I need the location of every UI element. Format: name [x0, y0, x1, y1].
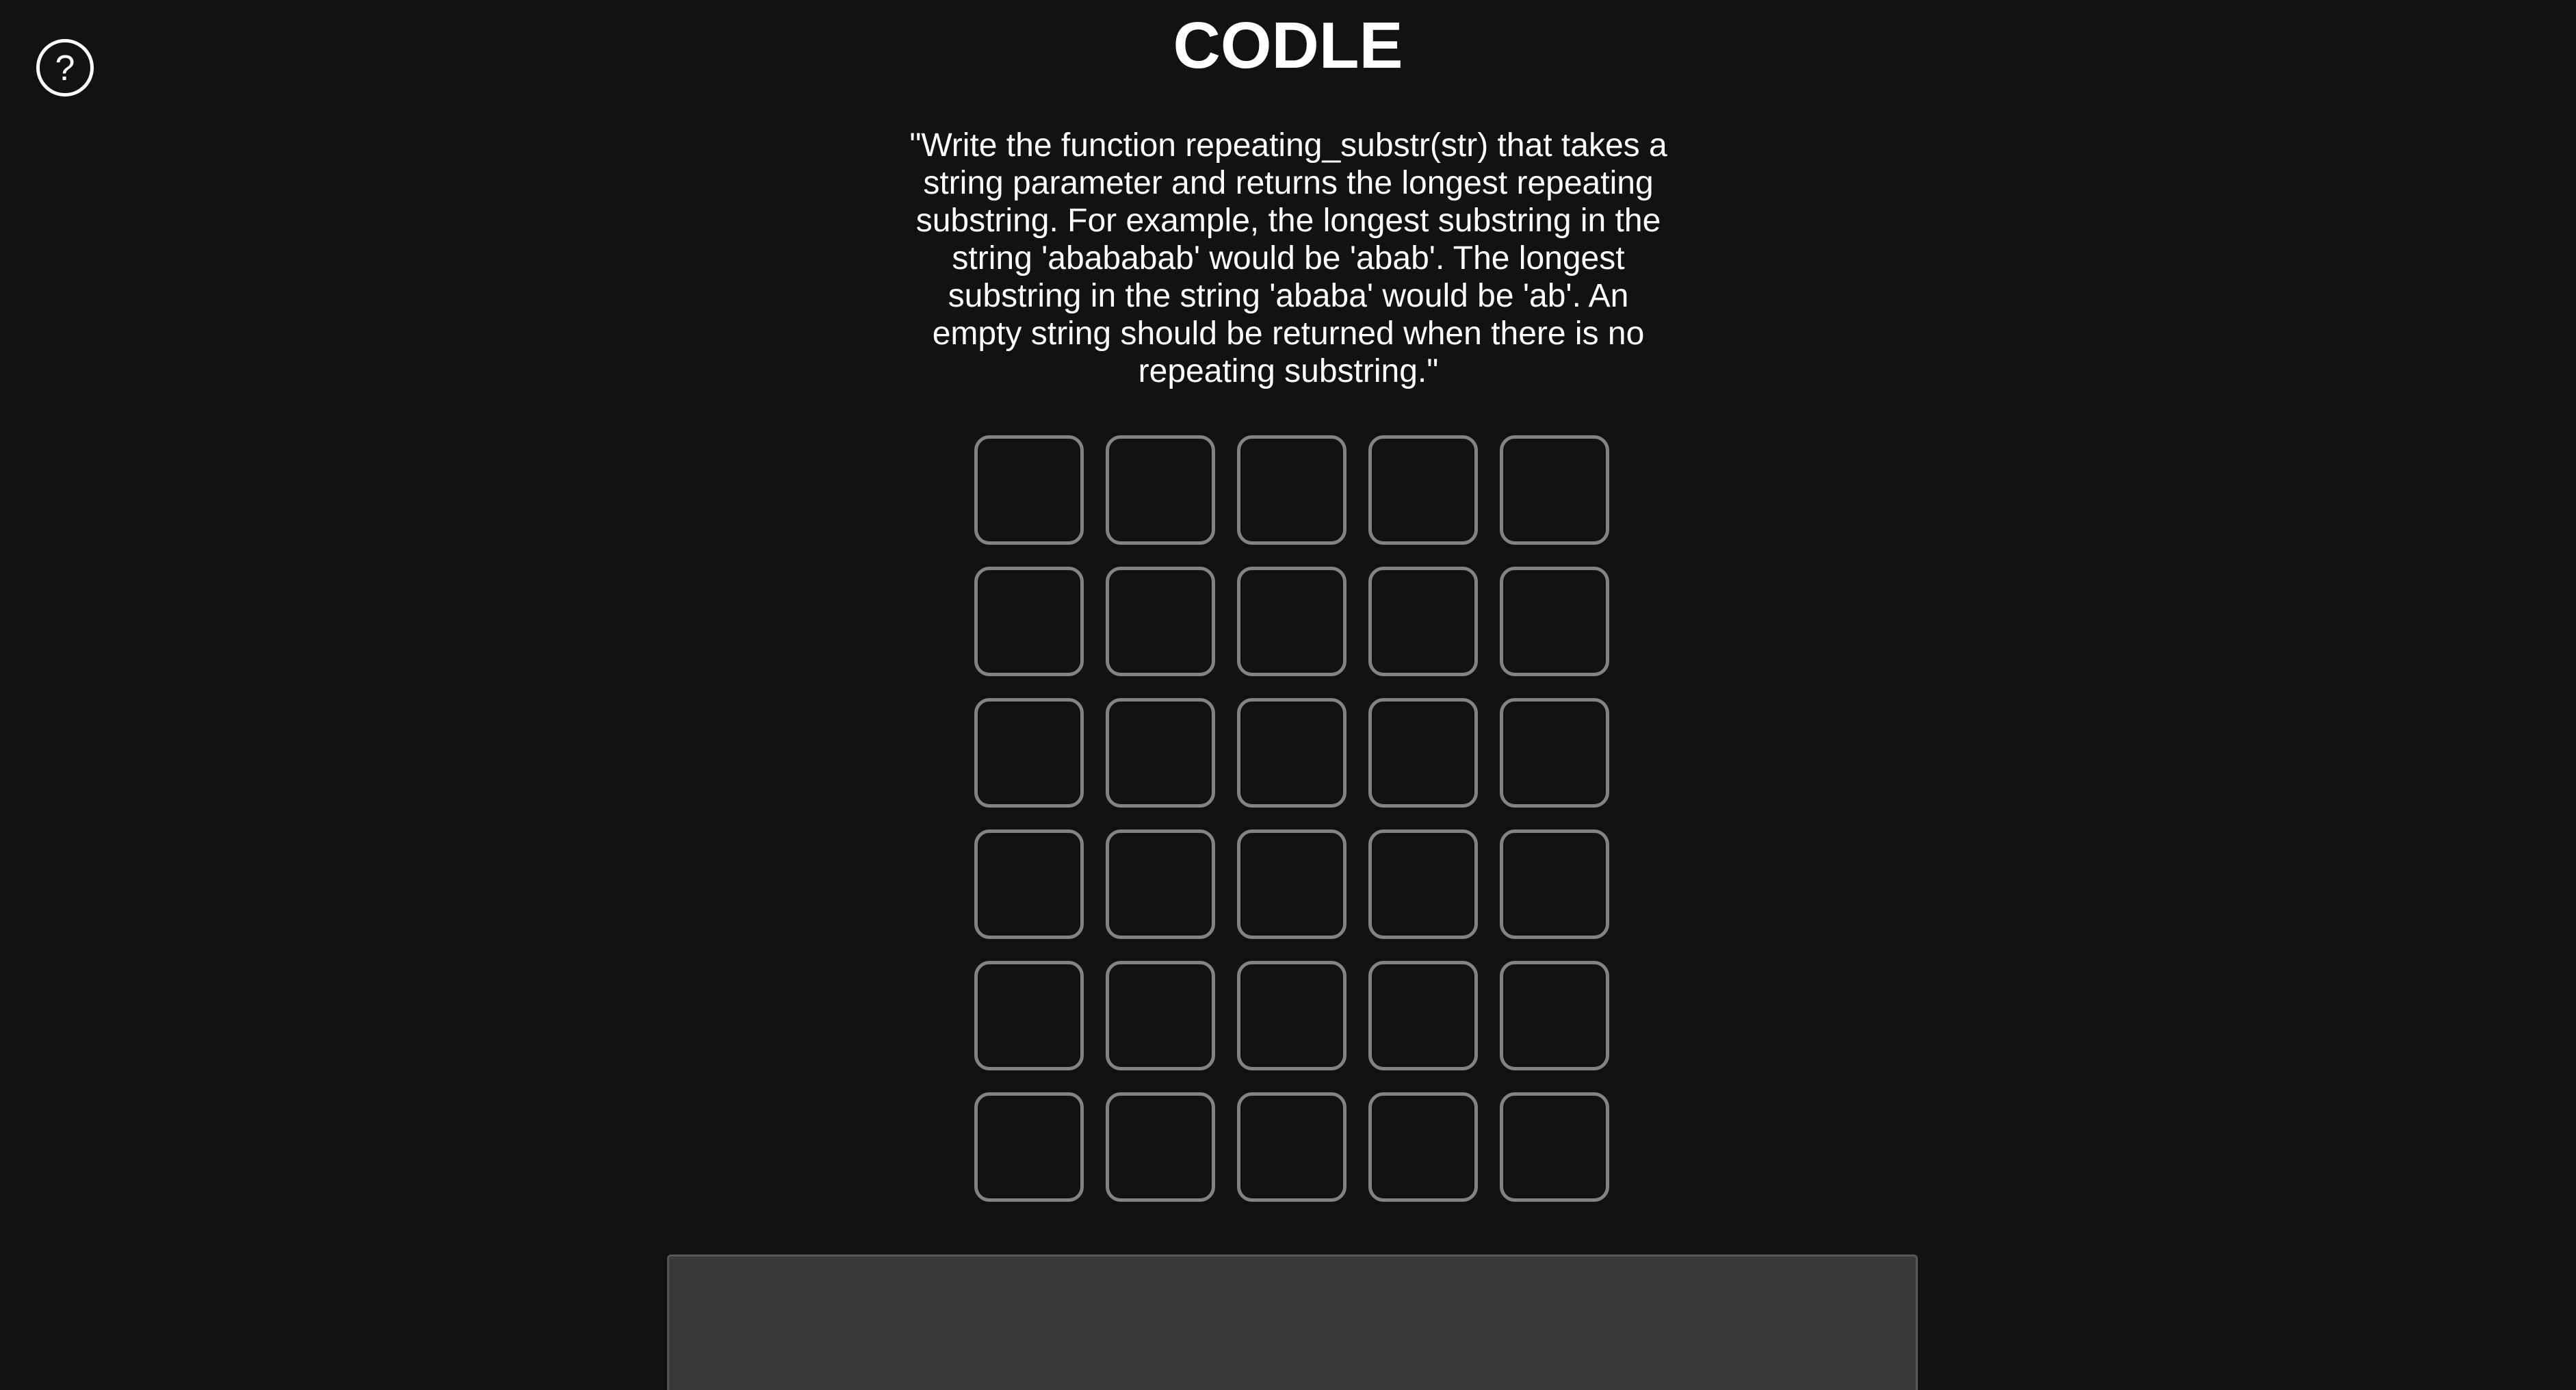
- board-tile: [974, 567, 1084, 676]
- board-tile: [1106, 829, 1215, 939]
- board-tile: [1368, 567, 1478, 676]
- board-tile: [1237, 698, 1346, 808]
- board-tile: [1500, 961, 1609, 1070]
- board-tile: [1368, 829, 1478, 939]
- board-tile: [974, 961, 1084, 1070]
- board-tile: [1106, 961, 1215, 1070]
- guess-board: [974, 435, 1609, 1202]
- page-title: CODLE: [1173, 9, 1403, 82]
- board-tile: [1368, 1092, 1478, 1202]
- board-tile: [1368, 961, 1478, 1070]
- board-tile: [974, 829, 1084, 939]
- board-tile: [974, 698, 1084, 808]
- challenge-prompt: "Write the function repeating_substr(str…: [909, 127, 1667, 389]
- board-tile: [1500, 435, 1609, 545]
- board-tile: [974, 1092, 1084, 1202]
- board-tile: [1500, 698, 1609, 808]
- code-editor[interactable]: [667, 1254, 1918, 1390]
- board-tile: [1237, 435, 1346, 545]
- board-tile: [1500, 829, 1609, 939]
- board-tile: [1368, 435, 1478, 545]
- board-tile: [1106, 567, 1215, 676]
- board-tile: [1500, 567, 1609, 676]
- board-tile: [1237, 1092, 1346, 1202]
- board-tile: [1237, 829, 1346, 939]
- codle-page: ? CODLE "Write the function repeating_su…: [0, 0, 2576, 1390]
- board-tile: [1106, 435, 1215, 545]
- board-tile: [974, 435, 1084, 545]
- board-tile: [1237, 961, 1346, 1070]
- board-tile: [1106, 698, 1215, 808]
- board-tile: [1237, 567, 1346, 676]
- board-tile: [1500, 1092, 1609, 1202]
- board-tile: [1368, 698, 1478, 808]
- board-tile: [1106, 1092, 1215, 1202]
